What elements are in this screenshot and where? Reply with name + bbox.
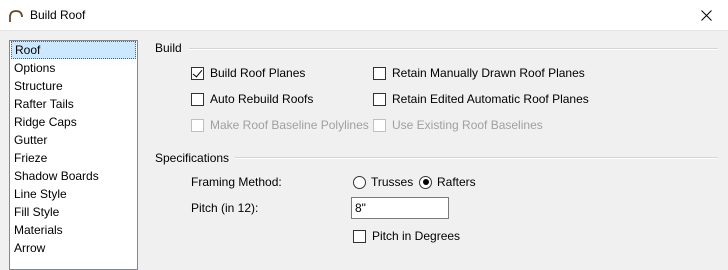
dialog-body: Roof Options Structure Rafter Tails Ridg… [0, 31, 728, 270]
category-item-frieze[interactable]: Frieze [10, 149, 137, 167]
build-group-divider [189, 48, 718, 50]
window-title: Build Roof [30, 8, 86, 22]
build-roof-planes-checkbox[interactable]: Build Roof Planes [191, 65, 305, 81]
checkbox-box [373, 118, 386, 132]
checkbox-box[interactable] [191, 92, 204, 106]
retain-edited-checkbox[interactable]: Retain Edited Automatic Roof Planes [373, 91, 589, 107]
category-item-ridge-caps[interactable]: Ridge Caps [10, 113, 137, 131]
rafters-label: Rafters [437, 175, 476, 189]
retain-manual-label: Retain Manually Drawn Roof Planes [392, 66, 585, 80]
make-baseline-label: Make Roof Baseline Polylines [210, 118, 369, 132]
roof-arch-icon [9, 10, 23, 22]
category-item-rafter-tails[interactable]: Rafter Tails [10, 95, 137, 113]
checkbox-box[interactable] [353, 229, 366, 243]
category-item-options[interactable]: Options [10, 59, 137, 77]
trusses-label: Trusses [371, 175, 414, 189]
pitch-in-degrees-label: Pitch in Degrees [372, 229, 461, 243]
category-item-gutter[interactable]: Gutter [10, 131, 137, 149]
use-existing-label: Use Existing Roof Baselines [392, 118, 543, 132]
category-item-materials[interactable]: Materials [10, 221, 137, 239]
category-item-fill-style[interactable]: Fill Style [10, 203, 137, 221]
auto-rebuild-checkbox[interactable]: Auto Rebuild Roofs [191, 91, 313, 107]
auto-rebuild-label: Auto Rebuild Roofs [210, 92, 314, 106]
category-item-arrow[interactable]: Arrow [10, 239, 137, 257]
close-icon [700, 9, 712, 21]
use-existing-checkbox: Use Existing Roof Baselines [373, 117, 543, 133]
category-item-shadow-boards[interactable]: Shadow Boards [10, 167, 137, 185]
close-button[interactable] [684, 0, 728, 30]
category-item-line-style[interactable]: Line Style [10, 185, 137, 203]
pitch-input[interactable] [351, 197, 449, 219]
category-item-structure[interactable]: Structure [10, 77, 137, 95]
category-item-roof[interactable]: Roof [11, 41, 136, 59]
checkbox-box[interactable] [373, 66, 386, 80]
rafters-radio[interactable]: Rafters [419, 174, 476, 190]
specifications-group-title: Specifications [155, 151, 230, 165]
pitch-in-degrees-checkbox[interactable]: Pitch in Degrees [353, 228, 460, 244]
checkbox-box[interactable] [373, 92, 386, 106]
radio-circle[interactable] [353, 175, 366, 189]
specifications-group-divider [235, 157, 718, 159]
build-group-title: Build [155, 41, 182, 55]
framing-method-label: Framing Method: [191, 175, 282, 189]
radio-circle[interactable] [419, 175, 432, 189]
retain-edited-label: Retain Edited Automatic Roof Planes [392, 92, 589, 106]
trusses-radio[interactable]: Trusses [353, 174, 413, 190]
make-baseline-checkbox: Make Roof Baseline Polylines [191, 117, 369, 133]
checkbox-box[interactable] [191, 66, 204, 80]
title-bar: Build Roof [0, 0, 728, 31]
build-roof-planes-label: Build Roof Planes [210, 66, 306, 80]
pitch-label: Pitch (in 12): [191, 201, 259, 215]
category-list[interactable]: Roof Options Structure Rafter Tails Ridg… [9, 40, 138, 270]
retain-manual-checkbox[interactable]: Retain Manually Drawn Roof Planes [373, 65, 585, 81]
checkbox-box [191, 118, 204, 132]
